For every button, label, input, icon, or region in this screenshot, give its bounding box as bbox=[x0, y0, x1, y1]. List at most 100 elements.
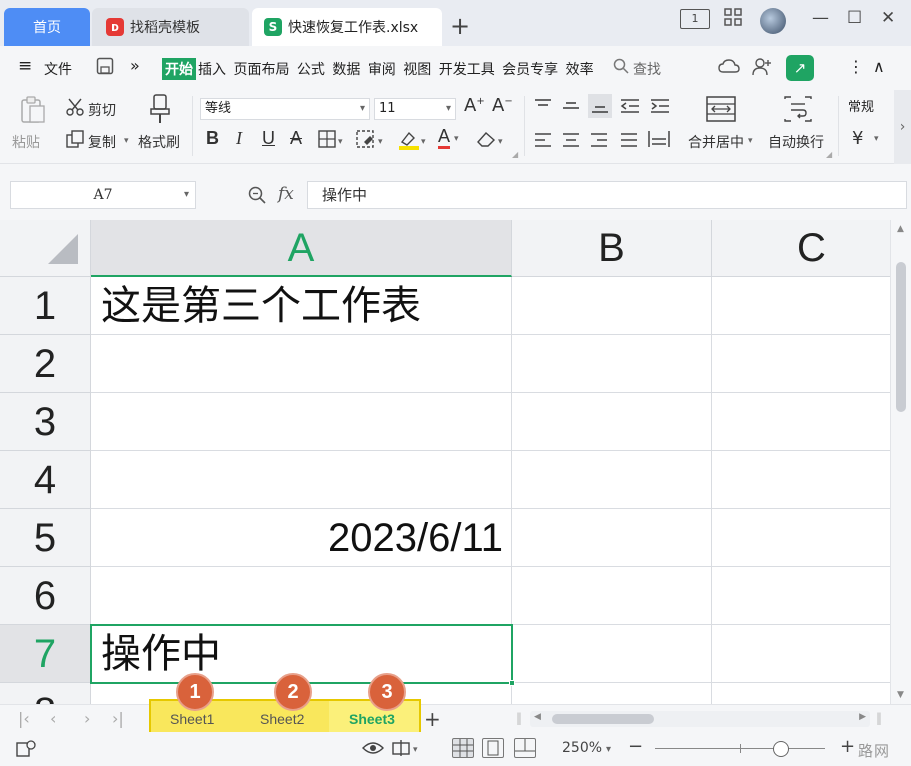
user-avatar[interactable] bbox=[760, 8, 786, 34]
eye-protection-icon[interactable] bbox=[362, 740, 384, 760]
currency-button[interactable]: ¥ bbox=[852, 128, 863, 149]
select-all-corner[interactable] bbox=[0, 220, 91, 277]
cell-c2[interactable] bbox=[712, 335, 890, 393]
tab-active-file[interactable]: S 快速恢复工作表.xlsx bbox=[252, 8, 442, 46]
formula-input[interactable]: 操作中 bbox=[307, 181, 907, 209]
menu-page-layout[interactable]: 页面布局 bbox=[233, 62, 289, 78]
fill-pattern-icon[interactable]: ▾ bbox=[356, 130, 388, 152]
share-button[interactable]: ↗ bbox=[786, 55, 814, 81]
menu-start[interactable]: 开始 bbox=[162, 58, 196, 80]
collapse-ribbon-icon[interactable]: ∧ bbox=[873, 57, 885, 76]
close-window-button[interactable]: ✕ bbox=[881, 8, 895, 28]
column-header-a[interactable]: A bbox=[91, 220, 512, 277]
scroll-left-icon[interactable]: ◀ bbox=[534, 712, 541, 722]
highlight-color-icon[interactable]: ▾ bbox=[398, 130, 430, 154]
maximize-button[interactable]: ☐ bbox=[847, 8, 862, 28]
font-name-select[interactable]: 等线 ▾ bbox=[200, 98, 370, 120]
cell-a1[interactable]: 这是第三个工作表 bbox=[91, 277, 512, 335]
cell-a4[interactable] bbox=[91, 451, 512, 509]
cell-b1[interactable] bbox=[512, 277, 712, 335]
zoom-level[interactable]: 250% bbox=[562, 740, 602, 756]
zoom-out-button[interactable]: − bbox=[628, 736, 643, 757]
font-size-select[interactable]: 11 ▾ bbox=[374, 98, 456, 120]
add-sheet-button[interactable]: + bbox=[424, 707, 441, 731]
cell-c3[interactable] bbox=[712, 393, 890, 451]
cell-b3[interactable] bbox=[512, 393, 712, 451]
grid-apps-icon[interactable] bbox=[724, 8, 742, 31]
column-header-c[interactable]: C bbox=[712, 220, 890, 277]
scroll-up-icon[interactable]: ▲ bbox=[897, 224, 904, 234]
file-menu[interactable]: 文件 bbox=[44, 59, 72, 79]
cell-c8[interactable] bbox=[712, 683, 890, 704]
menu-review[interactable]: 审阅 bbox=[368, 62, 396, 78]
underline-button[interactable]: U bbox=[262, 128, 275, 149]
cell-b2[interactable] bbox=[512, 335, 712, 393]
page-layout-view-icon[interactable] bbox=[482, 738, 504, 758]
new-tab-button[interactable]: + bbox=[450, 14, 470, 38]
merge-center-icon[interactable] bbox=[706, 96, 736, 126]
menu-efficiency[interactable]: 效率 bbox=[566, 62, 594, 78]
zoom-level-dropdown-icon[interactable]: ▾ bbox=[606, 744, 611, 755]
minimize-button[interactable]: — bbox=[812, 8, 829, 28]
cell-a6[interactable] bbox=[91, 567, 512, 625]
number-format-select[interactable]: 常规 bbox=[846, 98, 894, 120]
insert-function-button[interactable]: fx bbox=[278, 184, 294, 204]
page-view-icon[interactable]: 1 bbox=[680, 9, 710, 29]
save-icon[interactable] bbox=[96, 57, 114, 79]
row-header-7[interactable]: 7 bbox=[0, 625, 91, 683]
decrease-indent-icon[interactable] bbox=[620, 98, 640, 118]
cell-a5[interactable]: 2023/6/11 bbox=[91, 509, 512, 567]
tab-template[interactable]: ᴅ 找稻壳模板 bbox=[92, 8, 249, 46]
copy-dropdown-icon[interactable]: ▾ bbox=[124, 136, 129, 146]
zoom-lookup-icon[interactable] bbox=[248, 186, 266, 208]
cut-icon[interactable] bbox=[66, 98, 84, 120]
cell-b6[interactable] bbox=[512, 567, 712, 625]
align-center-icon[interactable] bbox=[562, 132, 580, 152]
tab-home[interactable]: 首页 bbox=[4, 8, 90, 46]
vertical-scroll-thumb[interactable] bbox=[896, 262, 906, 412]
row-header-4[interactable]: 4 bbox=[0, 451, 91, 509]
increase-indent-icon[interactable] bbox=[650, 98, 670, 118]
normal-view-icon[interactable] bbox=[452, 738, 474, 758]
format-painter-button[interactable]: 格式刷 bbox=[138, 132, 180, 152]
cell-a3[interactable] bbox=[91, 393, 512, 451]
search-icon[interactable] bbox=[613, 58, 629, 78]
copy-button[interactable]: 复制 bbox=[88, 132, 116, 152]
vertical-scrollbar[interactable]: ▲ ▼ bbox=[890, 220, 911, 704]
scroll-down-icon[interactable]: ▼ bbox=[897, 690, 904, 700]
align-right-icon[interactable] bbox=[590, 132, 608, 152]
bold-button[interactable]: B bbox=[206, 128, 219, 149]
first-sheet-icon[interactable]: |‹ bbox=[18, 709, 30, 728]
merge-center-button[interactable]: 合并居中 bbox=[688, 132, 744, 152]
align-left-icon[interactable] bbox=[534, 132, 552, 152]
cell-b4[interactable] bbox=[512, 451, 712, 509]
align-top-icon[interactable] bbox=[534, 98, 552, 118]
row-header-8[interactable]: 8 bbox=[0, 683, 91, 704]
fill-handle[interactable] bbox=[509, 680, 515, 686]
name-box[interactable]: A7 ▾ bbox=[10, 181, 196, 209]
wrap-text-icon[interactable] bbox=[784, 96, 812, 126]
align-middle-icon[interactable] bbox=[562, 98, 580, 118]
row-header-6[interactable]: 6 bbox=[0, 567, 91, 625]
hamburger-menu-icon[interactable]: ≡ bbox=[18, 56, 32, 76]
page-break-view-icon[interactable] bbox=[514, 738, 536, 758]
copy-icon[interactable] bbox=[66, 130, 84, 152]
freeze-pane-icon[interactable]: ▾ bbox=[392, 740, 422, 760]
menu-formula[interactable]: 公式 bbox=[297, 62, 325, 78]
kebab-menu-icon[interactable]: ⋮ bbox=[848, 57, 864, 76]
cell-a2[interactable] bbox=[91, 335, 512, 393]
cell-c6[interactable] bbox=[712, 567, 890, 625]
font-color-dropdown-icon[interactable]: ▾ bbox=[454, 134, 459, 144]
zoom-in-button[interactable]: + bbox=[840, 736, 855, 757]
last-sheet-icon[interactable]: ›| bbox=[112, 709, 124, 728]
cell-c4[interactable] bbox=[712, 451, 890, 509]
tab-splitter-icon[interactable]: ‖ bbox=[516, 711, 522, 725]
cell-b8[interactable] bbox=[512, 683, 712, 704]
add-collaborator-icon[interactable] bbox=[752, 57, 772, 81]
eraser-icon[interactable]: ▾ bbox=[476, 130, 508, 152]
paste-icon[interactable] bbox=[20, 96, 46, 128]
more-menu-icon[interactable]: » bbox=[130, 56, 140, 75]
row-header-1[interactable]: 1 bbox=[0, 277, 91, 335]
cell-c1[interactable] bbox=[712, 277, 890, 335]
cell-c7[interactable] bbox=[712, 625, 890, 683]
